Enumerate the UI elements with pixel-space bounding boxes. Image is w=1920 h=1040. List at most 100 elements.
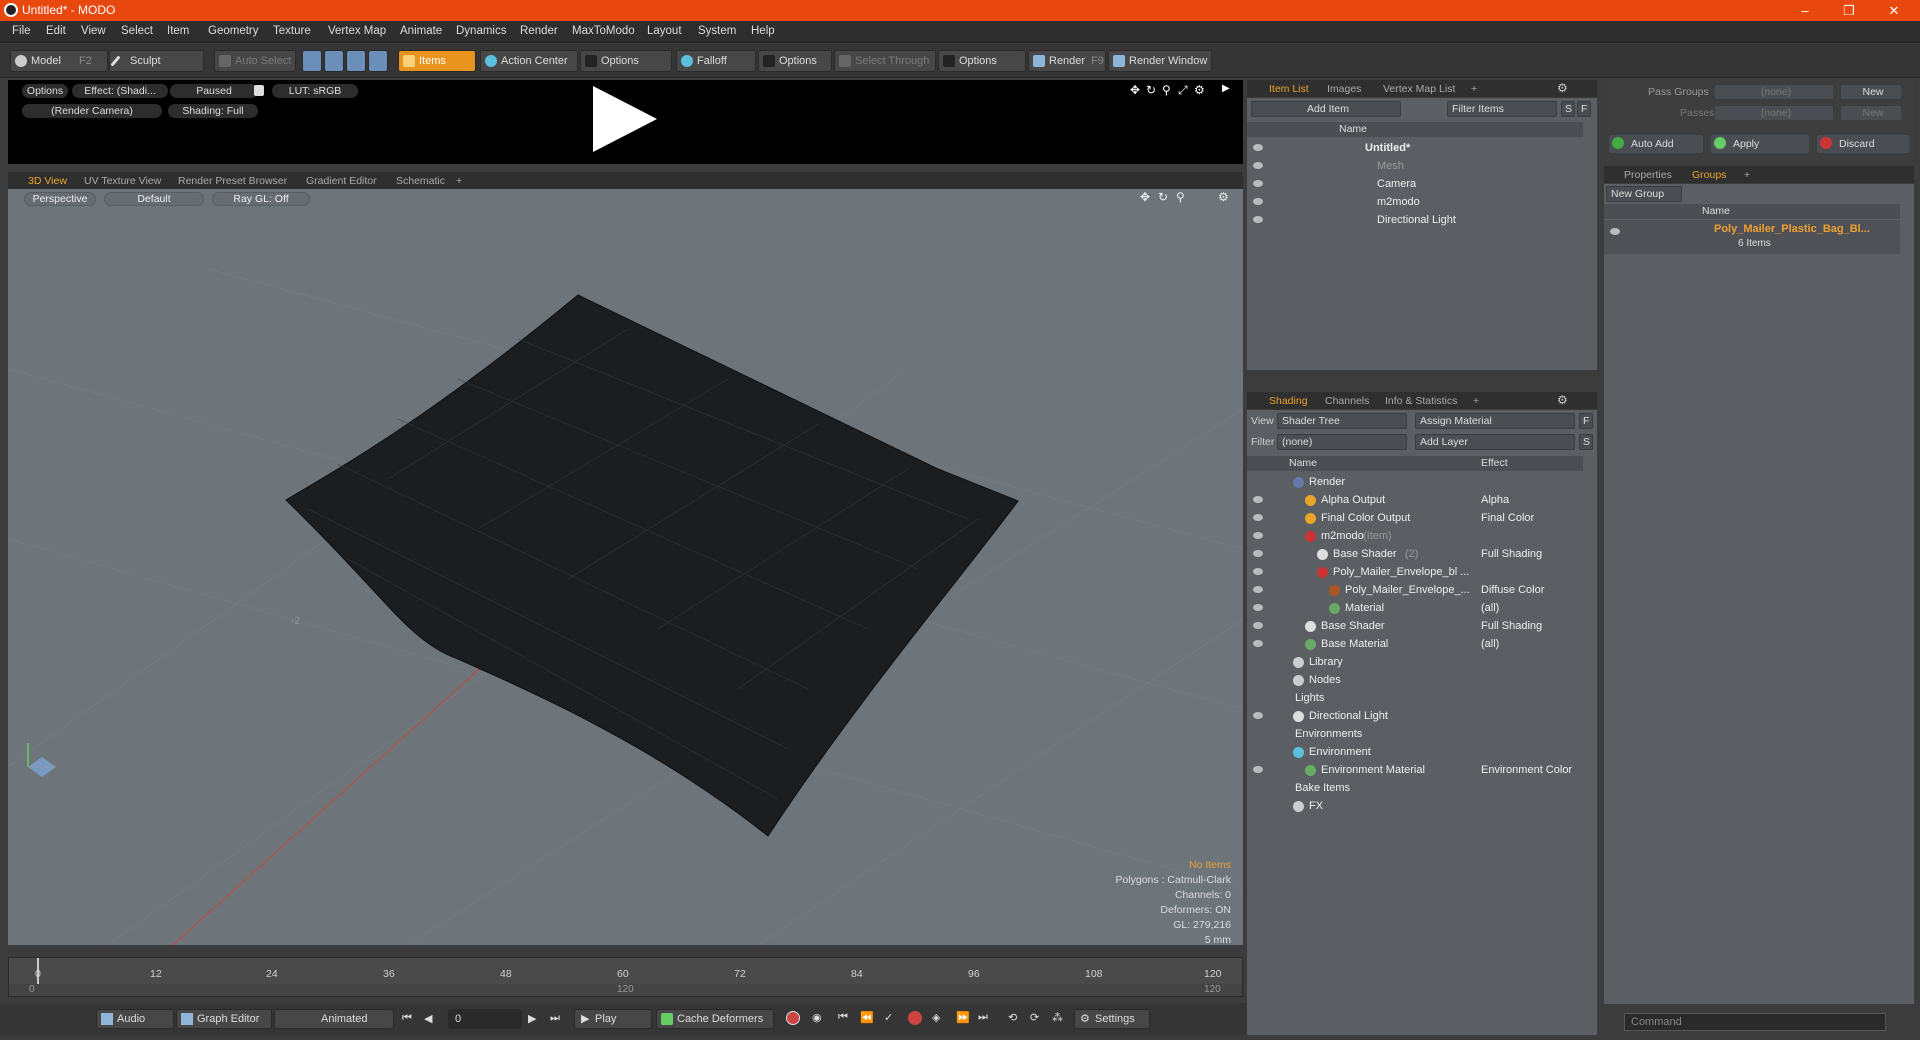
shader-row[interactable]: Bake Items <box>1247 780 1597 798</box>
menu-edit[interactable]: Edit <box>46 25 66 37</box>
animated-dropdown[interactable]: Animated <box>274 1009 394 1029</box>
menu-layout[interactable]: Layout <box>647 25 682 37</box>
menu-select[interactable]: Select <box>121 25 153 37</box>
shader-row[interactable]: Library <box>1247 654 1597 672</box>
visibility-eye-icon[interactable] <box>1253 514 1263 521</box>
command-input[interactable]: Command <box>1624 1013 1886 1031</box>
f-button[interactable]: F <box>1579 413 1593 429</box>
tab-channels[interactable]: Channels <box>1325 394 1369 409</box>
marker-icon[interactable]: ◈ <box>932 1011 940 1024</box>
menu-render[interactable]: Render <box>520 25 558 37</box>
shader-row[interactable]: Environment Material Environment Color <box>1247 762 1597 780</box>
item-row-directional-light[interactable]: Directional Light <box>1247 212 1597 230</box>
sync-icon[interactable]: ⟳ <box>1030 1011 1039 1024</box>
close-button[interactable]: ✕ <box>1874 0 1914 21</box>
maximize-button[interactable]: ❐ <box>1829 0 1869 21</box>
add-tab-button[interactable]: + <box>456 174 462 189</box>
preview-shading-dropdown[interactable]: Shading: Full <box>168 104 258 118</box>
shader-row-effect[interactable]: Alpha <box>1481 494 1509 506</box>
shader-row[interactable]: Environment <box>1247 744 1597 762</box>
add-layer-dropdown[interactable]: Add Layer <box>1415 434 1575 450</box>
shader-row[interactable]: Final Color Output Final Color <box>1247 510 1597 528</box>
f-button[interactable]: F <box>1577 101 1591 117</box>
add-tab-button[interactable]: + <box>1471 82 1477 97</box>
key-icon[interactable]: ◉ <box>812 1011 822 1024</box>
shader-row[interactable]: Poly_Mailer_Envelope_... Diffuse Color <box>1247 582 1597 600</box>
gear-icon[interactable]: ⚙ <box>1557 81 1568 95</box>
visibility-eye-icon[interactable] <box>1253 180 1263 187</box>
shader-row[interactable]: Lights <box>1247 690 1597 708</box>
shader-row[interactable]: Render <box>1247 474 1597 492</box>
shader-row-effect[interactable]: Full Shading <box>1481 548 1542 560</box>
items-button[interactable]: Items <box>398 50 476 72</box>
add-tab-button[interactable]: + <box>1473 394 1479 409</box>
settings-button[interactable]: ⚙ Settings <box>1074 1009 1150 1029</box>
gear-icon[interactable]: ⚙ <box>1557 393 1568 407</box>
shader-row[interactable]: Environments <box>1247 726 1597 744</box>
menu-system[interactable]: System <box>698 25 736 37</box>
shader-row[interactable]: Alpha Output Alpha <box>1247 492 1597 510</box>
filter-dropdown[interactable]: (none) <box>1277 434 1407 450</box>
step-forward-icon[interactable]: ▶ <box>528 1012 536 1025</box>
action-center-button[interactable]: Action Center <box>480 50 578 72</box>
rotate-icon[interactable]: ↻ <box>1146 83 1156 97</box>
shader-row[interactable]: Poly_Mailer_Envelope_bl ... <box>1247 564 1597 582</box>
shader-row[interactable]: Nodes <box>1247 672 1597 690</box>
render-preview[interactable]: Options Effect: (Shadi... Paused LUT: sR… <box>8 80 1243 164</box>
shader-row[interactable]: m2modo (Item) <box>1247 528 1597 546</box>
filter-items-input[interactable]: Filter Items <box>1447 101 1557 117</box>
graph-editor-button[interactable]: Graph Editor <box>176 1009 272 1029</box>
menu-dynamics[interactable]: Dynamics <box>456 25 506 37</box>
step-back-icon[interactable]: ◀ <box>424 1012 432 1025</box>
menu-animate[interactable]: Animate <box>400 25 442 37</box>
default-style-dropdown[interactable]: Default <box>104 192 204 206</box>
shader-row[interactable]: Material (all) <box>1247 600 1597 618</box>
visibility-eye-icon[interactable] <box>1253 604 1263 611</box>
skip-start-icon[interactable]: ⏮ <box>402 1012 412 1025</box>
shader-row[interactable]: FX <box>1247 798 1597 816</box>
perspective-dropdown[interactable]: Perspective <box>24 192 96 206</box>
visibility-eye-icon[interactable] <box>1253 568 1263 575</box>
group-row[interactable]: Poly_Mailer_Plastic_Bag_Bl... 6 Items <box>1604 220 1900 254</box>
visibility-eye-icon[interactable] <box>1253 586 1263 593</box>
visibility-eye-icon[interactable] <box>1253 766 1263 773</box>
auto-key-icon[interactable] <box>908 1011 922 1025</box>
shader-row-effect[interactable]: Final Color <box>1481 512 1534 524</box>
play-button[interactable]: ▶ Play <box>574 1009 652 1029</box>
shader-row-effect[interactable]: Full Shading <box>1481 620 1542 632</box>
select-materials-button[interactable] <box>368 50 388 72</box>
skip-end-icon[interactable]: ⏭ <box>550 1012 560 1025</box>
visibility-eye-icon[interactable] <box>1253 640 1263 647</box>
item-row-untitled[interactable]: Untitled* <box>1247 140 1597 158</box>
shader-row[interactable]: Base Shader (2) Full Shading <box>1247 546 1597 564</box>
orbit-icon[interactable]: ↻ <box>1158 190 1168 204</box>
render-button[interactable]: Render F9 <box>1028 50 1106 72</box>
menu-help[interactable]: Help <box>751 25 775 37</box>
zoom-icon[interactable]: ⚲ <box>1176 190 1185 204</box>
viewport-gear-icon[interactable]: ⚙ <box>1218 190 1229 204</box>
new-group-button[interactable]: New Group <box>1606 186 1682 202</box>
preview-paused-button[interactable]: Paused <box>170 84 258 98</box>
shader-row[interactable]: Base Material (all) <box>1247 636 1597 654</box>
visibility-eye-icon[interactable] <box>1253 532 1263 539</box>
prev-key-icon[interactable]: ⏮ <box>838 1011 848 1024</box>
next-key-icon[interactable]: ⏭ <box>978 1011 988 1024</box>
new-pass-button[interactable]: New <box>1840 105 1902 121</box>
playhead[interactable] <box>37 958 39 984</box>
pan-icon[interactable]: ✥ <box>1140 190 1150 204</box>
tab-uv-texture-view[interactable]: UV Texture View <box>84 174 161 189</box>
shader-row-effect[interactable]: (all) <box>1481 638 1499 650</box>
next-frame-icon[interactable]: ⏩ <box>956 1011 970 1024</box>
menu-vertex-map[interactable]: Vertex Map <box>328 25 386 37</box>
tab-groups[interactable]: Groups <box>1692 168 1726 183</box>
menu-view[interactable]: View <box>81 25 106 37</box>
s-button[interactable]: S <box>1579 434 1593 450</box>
falloff-button[interactable]: Falloff <box>676 50 756 72</box>
preview-camera-dropdown[interactable]: (Render Camera) <box>22 104 162 118</box>
visibility-eye-icon[interactable] <box>1253 622 1263 629</box>
pass-groups-dropdown[interactable]: (none) <box>1714 84 1834 100</box>
tab-gradient-editor[interactable]: Gradient Editor <box>306 174 377 189</box>
lock-icon[interactable] <box>254 85 264 96</box>
item-row-camera[interactable]: Camera <box>1247 176 1597 194</box>
sculpt-button[interactable]: Sculpt <box>109 50 204 72</box>
